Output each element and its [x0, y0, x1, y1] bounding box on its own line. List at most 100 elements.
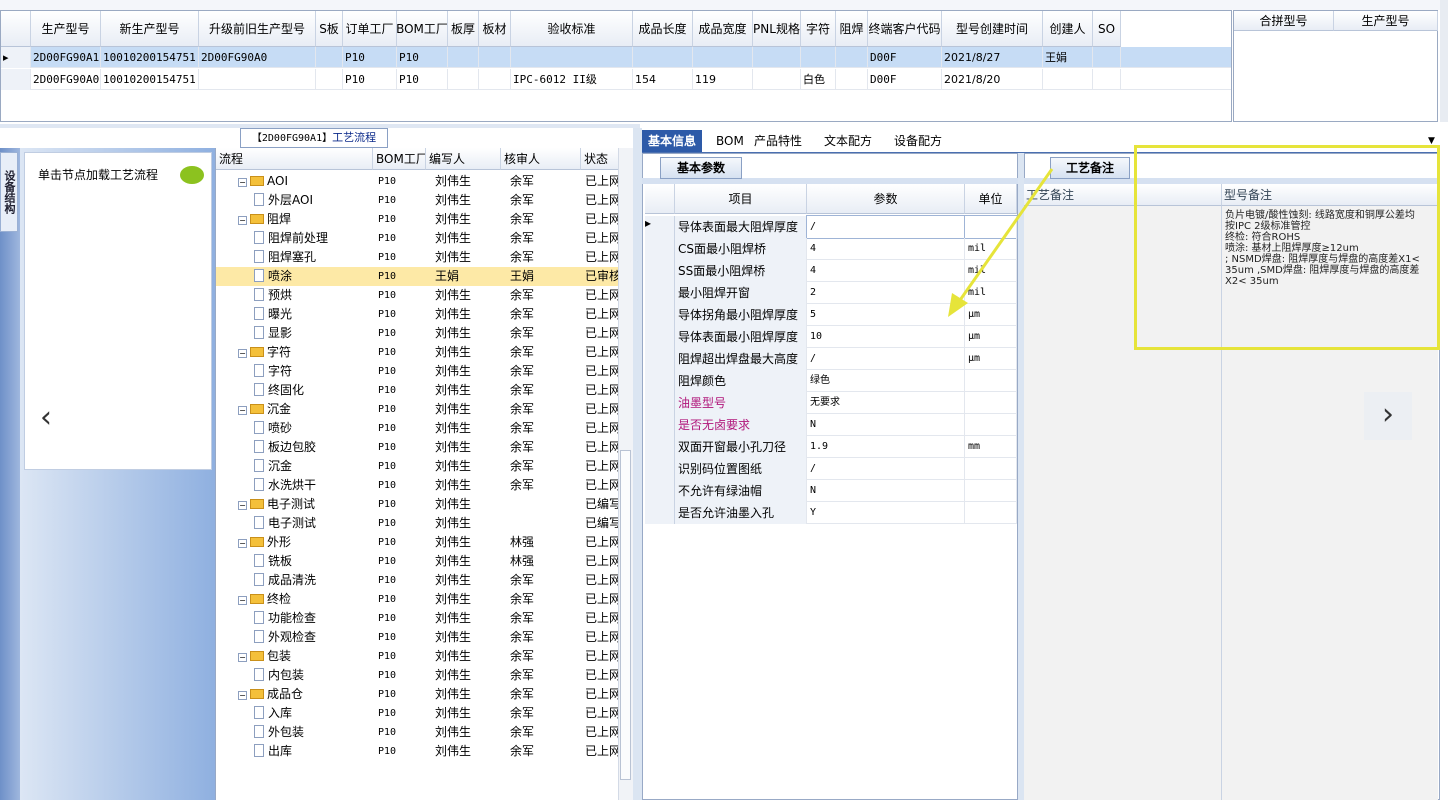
param-unit[interactable]: [965, 458, 1017, 480]
tree-row[interactable]: 铣板 P10 刘伟生 林强 已上网: [216, 552, 619, 571]
param-value[interactable]: 无要求: [807, 392, 965, 414]
params-header-item[interactable]: 项目: [675, 184, 807, 214]
param-row-indicator[interactable]: [645, 348, 675, 370]
chat-bubble-icon[interactable]: [180, 166, 204, 184]
param-value[interactable]: Y: [807, 502, 965, 524]
model-grid-cell[interactable]: [836, 69, 868, 90]
model-grid-header[interactable]: 字符: [801, 11, 836, 47]
tree-row[interactable]: − 包装 P10 刘伟生 余军 已上网: [216, 647, 619, 666]
tree-row[interactable]: 字符 P10 刘伟生 余军 已上网: [216, 362, 619, 381]
model-grid-cell[interactable]: 119: [693, 69, 753, 90]
model-grid-header[interactable]: S板: [316, 11, 343, 47]
param-row[interactable]: 是否允许油墨入孔 Y: [645, 502, 1017, 524]
param-row[interactable]: 识别码位置图纸 /: [645, 458, 1017, 480]
tree-row[interactable]: 外包装 P10 刘伟生 余军 已上网: [216, 723, 619, 742]
param-value[interactable]: 10: [807, 326, 965, 348]
param-value[interactable]: /: [807, 348, 965, 370]
row-indicator[interactable]: [1, 69, 31, 90]
model-grid-cell[interactable]: [316, 47, 343, 68]
param-row[interactable]: 双面开窗最小孔刀径 1.9 mm: [645, 436, 1017, 458]
tree-row[interactable]: 外层AOI P10 刘伟生 余军 已上网: [216, 191, 619, 210]
model-grid-cell[interactable]: 10010200154751: [101, 69, 199, 90]
param-row[interactable]: 是否无卤要求 N: [645, 414, 1017, 436]
model-grid-header[interactable]: 型号创建时间: [942, 11, 1043, 47]
tree-row[interactable]: 板边包胶 P10 刘伟生 余军 已上网: [216, 438, 619, 457]
merge-grid-header-model[interactable]: 生产型号: [1334, 11, 1438, 31]
tree-row[interactable]: 曝光 P10 刘伟生 余军 已上网: [216, 305, 619, 324]
tree-row[interactable]: 入库 P10 刘伟生 余军 已上网: [216, 704, 619, 723]
param-row-indicator[interactable]: [645, 392, 675, 414]
model-grid-cell[interactable]: 2021/8/20: [942, 69, 1043, 90]
model-grid-cell[interactable]: IPC-6012 II级: [511, 69, 633, 90]
model-grid[interactable]: 生产型号 新生产型号 升级前旧生产型号 S板 订单工厂 BOM工厂 板厚 板材 验收标准 成品长度…: [0, 10, 1232, 122]
model-grid-cell[interactable]: [199, 69, 316, 90]
tree-row[interactable]: − 阻焊 P10 刘伟生 余军 已上网: [216, 210, 619, 229]
vertical-splitter-1[interactable]: [633, 128, 642, 800]
model-grid-header[interactable]: 板材: [479, 11, 511, 47]
model-grid-header[interactable]: 终端客户代码: [868, 11, 942, 47]
tree-header-flow[interactable]: 流程: [216, 148, 373, 170]
model-grid-cell[interactable]: 2021/8/27: [942, 47, 1043, 68]
tree-row[interactable]: 显影 P10 刘伟生 余军 已上网: [216, 324, 619, 343]
model-grid-header[interactable]: 创建人: [1043, 11, 1093, 47]
param-row-indicator[interactable]: ▸: [645, 216, 675, 238]
param-unit[interactable]: μm: [965, 348, 1017, 370]
model-grid-cell[interactable]: P10: [397, 47, 448, 68]
model-grid-header[interactable]: PNL规格: [753, 11, 801, 47]
model-grid-cell[interactable]: [693, 47, 753, 68]
tree-row[interactable]: − AOI P10 刘伟生 余军 已上网: [216, 172, 619, 191]
tree-row[interactable]: − 外形 P10 刘伟生 林强 已上网: [216, 533, 619, 552]
model-grid-row[interactable]: ▸ 2D00FG90A1 10010200154751 2D00FG90A0 P10 P1…: [1, 47, 1231, 68]
tree-row[interactable]: 喷砂 P10 刘伟生 余军 已上网: [216, 419, 619, 438]
param-unit[interactable]: μm: [965, 326, 1017, 348]
model-grid-cell[interactable]: [633, 47, 693, 68]
tree-row[interactable]: − 电子测试 P10 刘伟生 已编写: [216, 495, 619, 514]
param-row[interactable]: 油墨型号 无要求: [645, 392, 1017, 414]
tree-row[interactable]: − 沉金 P10 刘伟生 余军 已上网: [216, 400, 619, 419]
param-value[interactable]: N: [807, 414, 965, 436]
param-row[interactable]: 导体表面最小阻焊厚度 10 μm: [645, 326, 1017, 348]
tree-header-bom[interactable]: BOM工厂: [373, 148, 426, 170]
hint-card[interactable]: [24, 152, 212, 470]
model-grid-cell[interactable]: [801, 47, 836, 68]
model-grid-row[interactable]: 2D00FG90A0 10010200154751 P10 P10 IPC-6012 I…: [1, 69, 1231, 90]
model-grid-cell[interactable]: [1093, 69, 1121, 90]
model-grid-cell[interactable]: D00F: [868, 69, 942, 90]
model-grid-cell[interactable]: [316, 69, 343, 90]
window-scrollbar[interactable]: [1440, 0, 1448, 122]
model-grid-header[interactable]: 验收标准: [511, 11, 633, 47]
model-grid-cell[interactable]: 王娟: [1043, 47, 1093, 68]
tree-row[interactable]: 出库 P10 刘伟生 余军 已上网: [216, 742, 619, 761]
tree-row[interactable]: 功能检查 P10 刘伟生 余军 已上网: [216, 609, 619, 628]
process-tree-grid[interactable]: 流程 BOM工厂 编写人 核审人 状态 − AOI P10 刘伟生 余军 已上网 外层AOI…: [215, 148, 633, 800]
collapse-icon[interactable]: −: [238, 539, 247, 548]
tree-row[interactable]: 终固化 P10 刘伟生 余军 已上网: [216, 381, 619, 400]
tree-row[interactable]: 喷涂 P10 王娟 王娟 已审核: [216, 267, 619, 286]
model-grid-cell[interactable]: 白色: [801, 69, 836, 90]
param-row-indicator[interactable]: [645, 260, 675, 282]
param-row-indicator[interactable]: [645, 436, 675, 458]
model-grid-cell[interactable]: [836, 47, 868, 68]
prev-arrow-icon[interactable]: ‹: [40, 400, 52, 435]
model-grid-header[interactable]: 阻焊: [836, 11, 868, 47]
model-grid-cell[interactable]: 2D00FG90A0: [31, 69, 101, 90]
tree-row[interactable]: 成品清洗 P10 刘伟生 余军 已上网: [216, 571, 619, 590]
tab-basic-params[interactable]: 基本参数: [660, 157, 742, 179]
param-row-indicator[interactable]: [645, 458, 675, 480]
model-grid-cell[interactable]: P10: [397, 69, 448, 90]
collapse-icon[interactable]: −: [238, 406, 247, 415]
tree-row[interactable]: 阻焊塞孔 P10 刘伟生 余军 已上网: [216, 248, 619, 267]
model-grid-cell[interactable]: [753, 47, 801, 68]
param-unit[interactable]: [965, 502, 1017, 524]
row-indicator[interactable]: ▸: [1, 47, 31, 68]
model-grid-cell[interactable]: D00F: [868, 47, 942, 68]
param-value[interactable]: N: [807, 480, 965, 502]
param-value[interactable]: /: [807, 458, 965, 480]
collapse-icon[interactable]: −: [238, 596, 247, 605]
tree-header-writer[interactable]: 编写人: [426, 148, 501, 170]
collapse-icon[interactable]: −: [238, 349, 247, 358]
model-grid-cell[interactable]: [479, 47, 511, 68]
model-grid-header[interactable]: SO: [1093, 11, 1121, 47]
model-grid-header[interactable]: BOM工厂: [397, 11, 448, 47]
param-unit[interactable]: [965, 370, 1017, 392]
